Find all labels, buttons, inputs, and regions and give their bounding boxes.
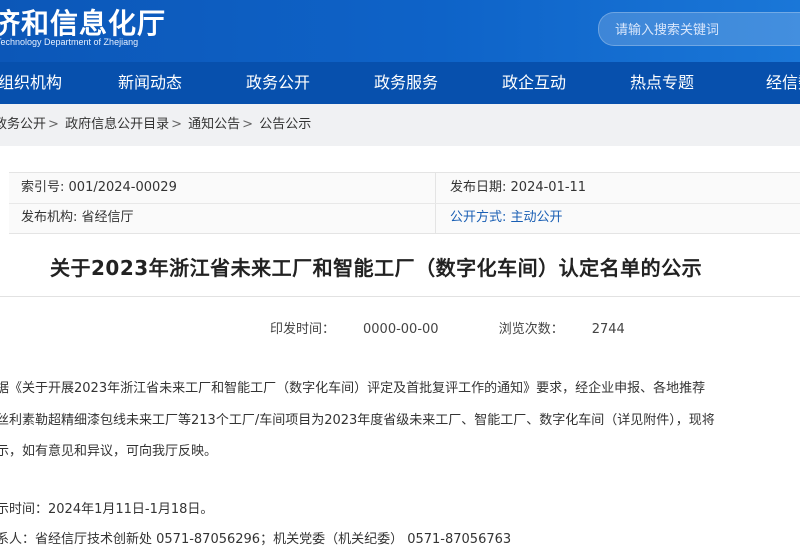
meta-index-value: 001/2024-00029 — [68, 180, 177, 195]
view-count: 浏览次数： 2744 — [499, 322, 653, 337]
article-title: 关于2023年浙江省未来工厂和智能工厂（数字化车间）认定名单的公示 — [50, 256, 703, 280]
print-time: 印发时间： 0000-00-00 — [270, 322, 467, 337]
article-paragraph: 据《关于开展2023年浙江省未来工厂和智能工厂（数字化车间）评定及首批复评工作的… — [0, 381, 706, 396]
breadcrumb: 政务公开 > 政府信息公开目录 > 通知公告 > 公告公示 — [0, 104, 800, 146]
nav-item-news[interactable]: 新闻动态 — [108, 62, 192, 104]
view-count-label: 浏览次数： — [498, 322, 564, 337]
meta-disclosure-label: 公开方式: — [450, 210, 507, 225]
article-paragraph: 示，如有意见和异议，可向我厅反映。 — [0, 444, 218, 459]
nav-item-government-affairs-disclosure[interactable]: 政务公开 — [236, 62, 320, 104]
breadcrumb-item-announcements[interactable]: 公告公示 — [259, 117, 311, 132]
search-box[interactable] — [598, 12, 800, 46]
breadcrumb-separator: > — [48, 117, 59, 132]
meta-publish-date-value: 2024-01-11 — [510, 180, 587, 195]
breadcrumb-separator: > — [242, 117, 254, 132]
meta-disclosure-value: 主动公开 — [510, 210, 563, 225]
article-contact: 系人：省经信厅技术创新处 0571-87056296；机关党委（机关纪委） 05… — [0, 532, 512, 547]
meta-disclosure: 公开方式: 主动公开 — [450, 203, 563, 233]
view-count-value: 2744 — [591, 322, 625, 337]
nav-item-interaction[interactable]: 政企互动 — [492, 62, 576, 104]
article-paragraph: 示时间：2024年1月11日-1月18日。 — [0, 502, 214, 517]
meta-issuer-label: 发布机构: — [21, 210, 78, 225]
nav-item-hot-topics[interactable]: 热点专题 — [620, 62, 704, 104]
meta-publish-date: 发布日期: 2024-01-11 — [450, 173, 586, 203]
main-nav: 组织机构 新闻动态 政务公开 政务服务 政企互动 热点专题 经信数 — [0, 62, 800, 104]
site-subtitle: Technology Department of Zhejiang — [0, 37, 139, 47]
meta-index-label: 索引号: — [21, 180, 65, 195]
meta-issuer-value: 省经信厅 — [81, 210, 134, 225]
breadcrumb-item-disclosure[interactable]: 政务公开 — [0, 117, 46, 132]
meta-publish-date-label: 发布日期: — [450, 180, 507, 195]
meta-issuer: 发布机构: 省经信厅 — [21, 203, 134, 233]
search-input[interactable] — [613, 19, 800, 41]
breadcrumb-item-directory[interactable]: 政府信息公开目录 — [65, 117, 169, 132]
breadcrumb-separator: > — [171, 117, 182, 132]
print-time-value: 0000-00-00 — [363, 322, 439, 337]
site-title[interactable]: 济和信息化厅 — [0, 2, 166, 42]
article-info: 印发时间： 0000-00-00 浏览次数： 2744 — [270, 318, 681, 337]
meta-index: 索引号: 001/2024-00029 — [21, 173, 177, 203]
print-time-label: 印发时间： — [270, 322, 336, 337]
nav-item-economic-data[interactable]: 经信数 — [748, 62, 800, 104]
site-header: 济和信息化厅 Technology Department of Zhejiang — [0, 0, 800, 62]
nav-item-government-services[interactable]: 政务服务 — [364, 62, 448, 104]
document-meta-table: 索引号: 001/2024-00029 发布日期: 2024-01-11 发布机… — [9, 172, 800, 234]
article-paragraph: 丝利素勒超精细漆包线未来工厂等213个工厂/车间项目为2023年度省级未来工厂、… — [0, 413, 715, 428]
nav-item-organization[interactable]: 组织机构 — [0, 62, 72, 104]
breadcrumb-item-notices[interactable]: 通知公告 — [188, 117, 240, 132]
title-divider — [0, 296, 800, 297]
